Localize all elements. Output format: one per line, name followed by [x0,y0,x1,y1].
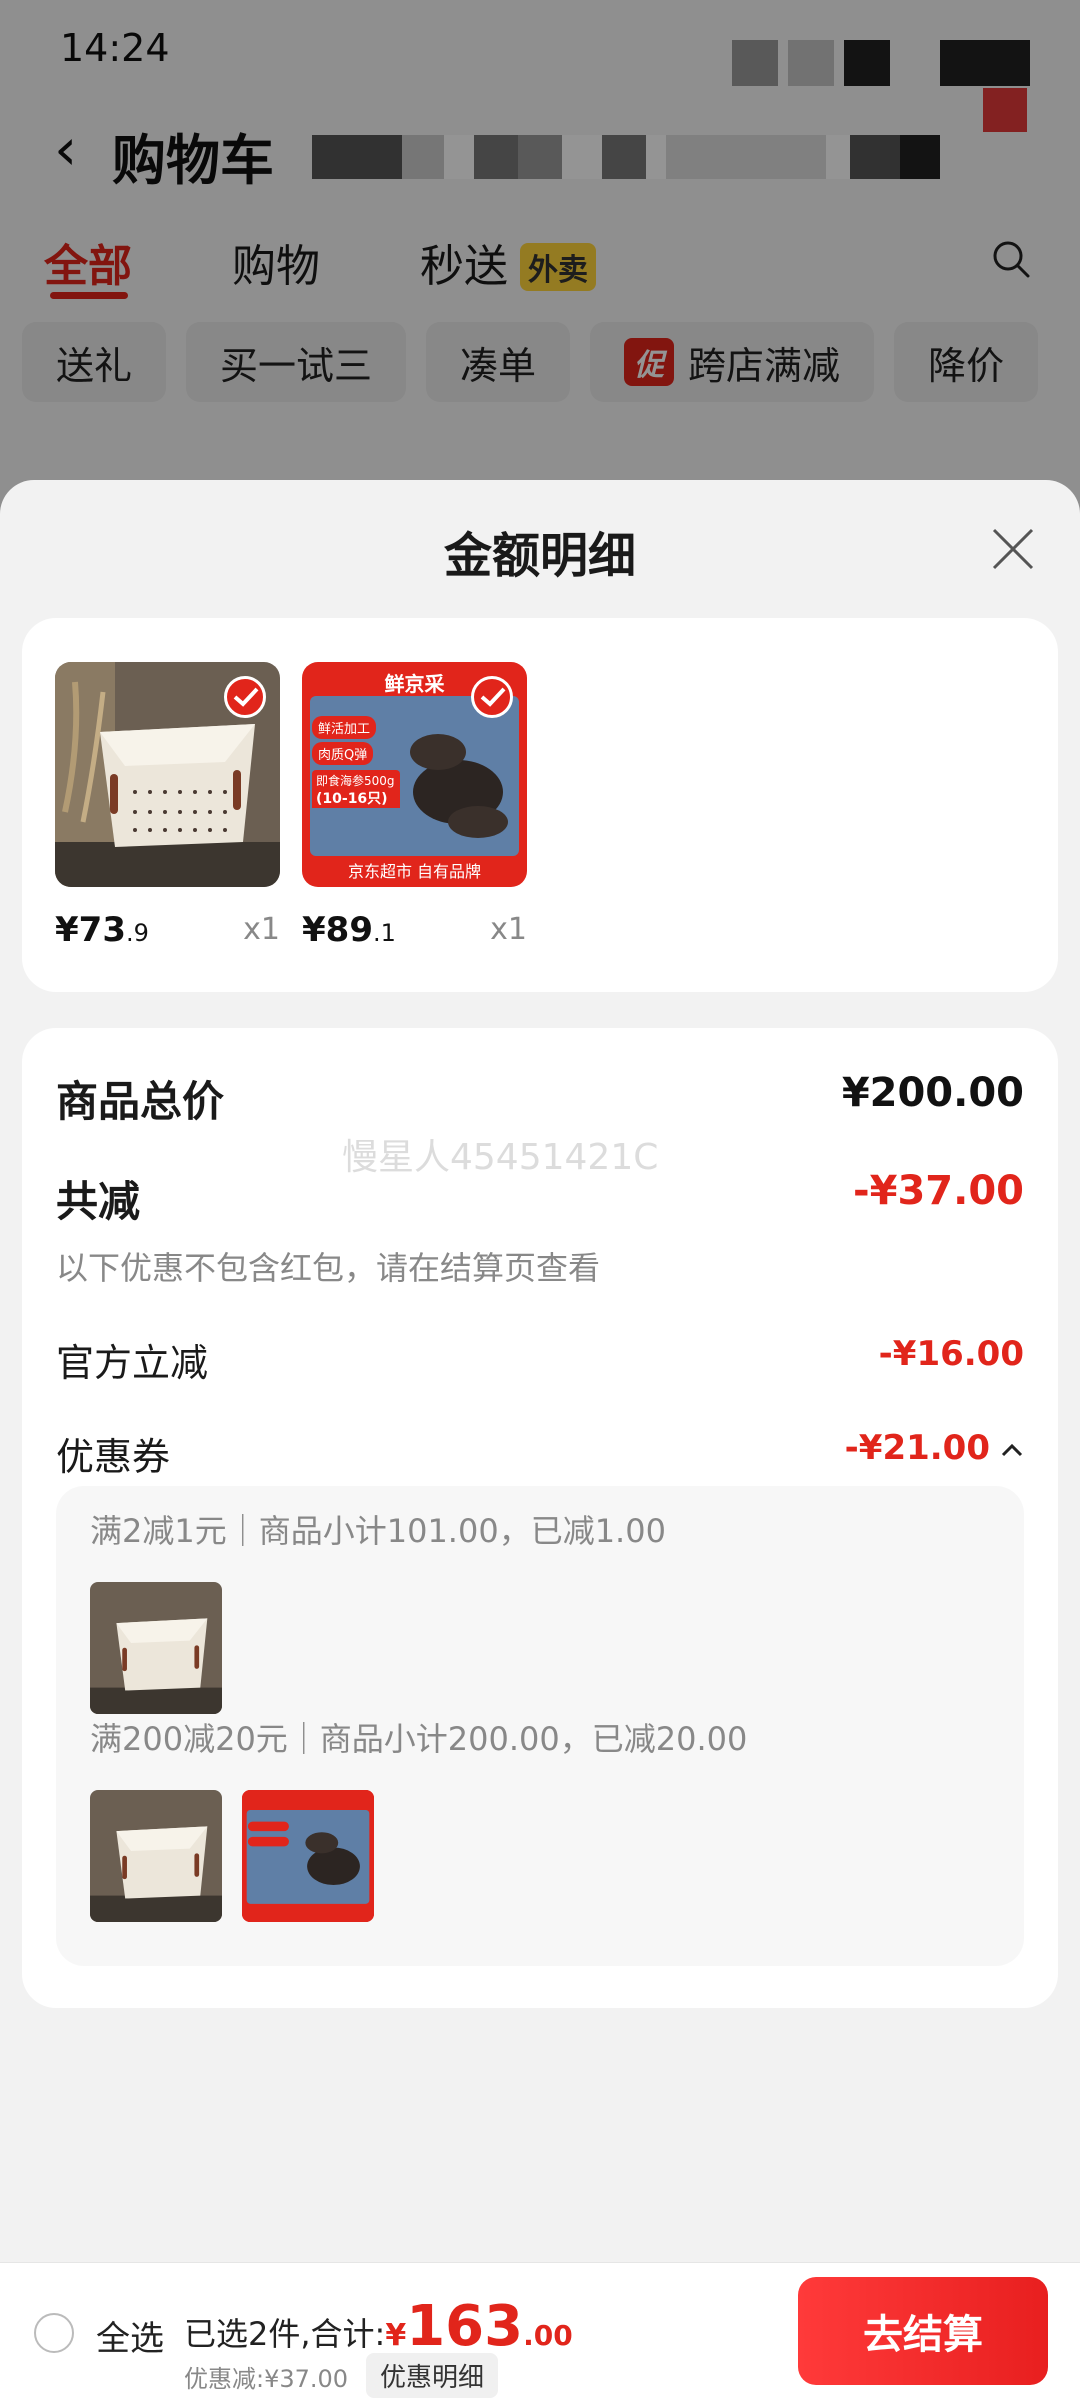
coupon-item-thumb [90,1582,222,1714]
sea-cucumber-image: 鲜京采 鲜活加工 肉质Q弹 即食海参500g (10-16只) 京东超市 自有品… [302,662,527,887]
product-item[interactable]: ¥73.9 x1 [55,662,280,950]
product-tag: 肉质Q弹 [312,742,374,765]
product-price: ¥89.1 [302,910,396,950]
order-summary: 已选2件,合计:¥163.00 [184,2299,573,2355]
official-discount-value: -¥16.00 [878,1334,1024,1374]
price-int: ¥89 [302,910,373,950]
coupon-toggle[interactable]: -¥21.00 [845,1428,1024,1468]
price-dec: .9 [125,919,149,947]
currency-symbol: ¥ [385,2318,407,2353]
reduction-value: -¥37.00 [853,1168,1024,1214]
basket-image [55,662,280,887]
product-price: ¥73.9 [55,910,149,950]
select-all-radio[interactable] [34,2313,74,2353]
coupon-item-thumb [242,1790,374,1922]
coupon-value: -¥21.00 [844,1428,990,1468]
product-tag: 鲜活加工 [312,716,377,739]
sea-cucumber-illustration [410,734,508,838]
checkout-label: 去结算 [863,2312,983,2358]
price-detail-card: 慢星人45451421C 商品总价 ¥200.00 共减 -¥37.00 以下优… [22,1028,1058,2008]
coupon-label: 优惠券 [56,1435,171,1479]
checkout-bar: 全选 已选2件,合计:¥163.00 优惠减:¥37.00 优惠明细 去结算 [0,2262,1080,2401]
selected-count: 已选2件,合计: [184,2315,386,2353]
select-all-label[interactable]: 全选 [96,2311,164,2360]
sheet-title: 金额明细 [443,528,636,584]
product-quantity: x1 [490,912,527,947]
product-count: (10-16只) [312,788,400,808]
total-value: ¥200.00 [841,1070,1024,1116]
watermark: 慢星人45451421C [342,1137,659,1178]
coupon-rule: 满2减1元｜商品小计101.00，已减1.00 [90,1512,666,1550]
chevron-up-icon [1001,1443,1023,1456]
checked-icon [224,676,266,718]
reduction-label: 共减 [56,1177,141,1226]
selected-products-card: ¥73.9 x1 鲜京采 鲜活加工 肉质Q弹 即食海参500g (10-16只)… [22,618,1058,992]
total-label: 商品总价 [56,1077,225,1126]
coupon-item-thumb [90,1790,222,1922]
product-item[interactable]: 鲜京采 鲜活加工 肉质Q弹 即食海参500g (10-16只) 京东超市 自有品… [302,662,527,950]
close-icon[interactable] [988,524,1038,574]
discount-summary: 优惠减:¥37.00 [184,2365,349,2393]
product-footer: 京东超市 自有品牌 [347,862,482,881]
amount-detail-sheet: 金额明细 ¥73.9 x1 鲜京采 鲜活加工 肉质Q弹 即食海参500g (10… [0,480,1080,2400]
total-decimal: .00 [523,2319,573,2352]
discount-detail-button[interactable]: 优惠明细 [366,2353,499,2398]
checked-icon [471,676,513,718]
coupon-rule: 满200减20元｜商品小计200.00，已减20.00 [90,1720,748,1758]
checkout-button[interactable]: 去结算 [798,2277,1048,2385]
price-dec: .1 [372,919,396,947]
product-quantity: x1 [243,912,280,947]
price-int: ¥73 [55,910,126,950]
official-discount-label: 官方立减 [56,1341,209,1385]
coupon-breakdown: 满2减1元｜商品小计101.00，已减1.00 满200减20元｜商品小计200… [56,1486,1024,1966]
total-amount: 163 [406,2294,524,2359]
reduction-note: 以下优惠不包含红包，请在结算页查看 [56,1249,601,1287]
